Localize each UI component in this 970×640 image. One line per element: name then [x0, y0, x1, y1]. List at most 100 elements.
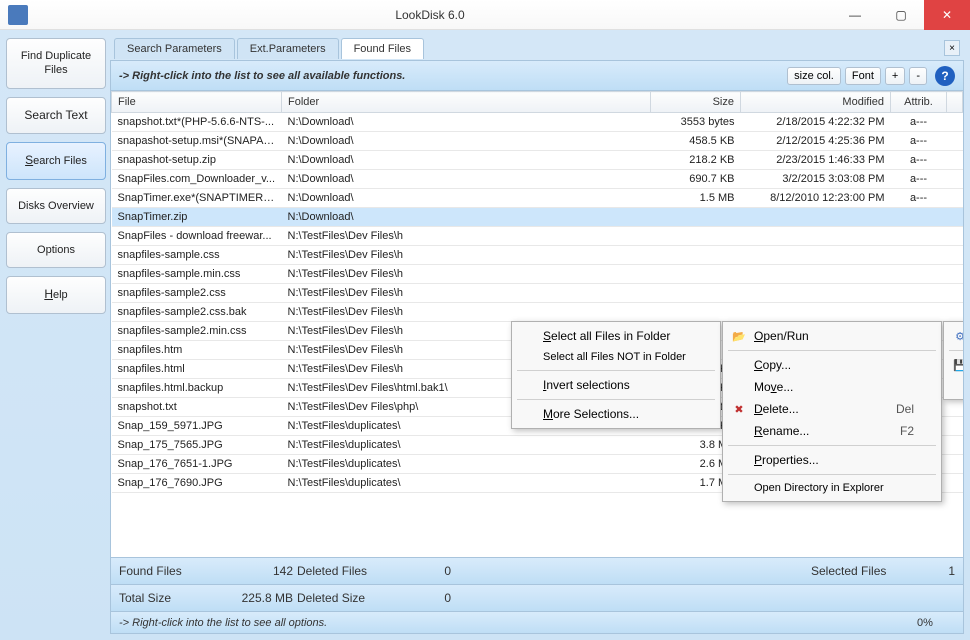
sidebar-help[interactable]: Help	[6, 276, 106, 314]
table-row[interactable]: SnapTimer.zipN:\Download\	[112, 208, 963, 227]
cell-folder: N:\Download\	[282, 170, 651, 189]
found-files-value: 142	[213, 564, 293, 578]
cell-file: Snap_176_7690.JPG	[112, 474, 282, 493]
col-file[interactable]: File	[112, 92, 282, 113]
sidebar-find-duplicate[interactable]: Find Duplicate Files	[6, 38, 106, 89]
sidebar-options[interactable]: Options	[6, 232, 106, 268]
menu-open-directory[interactable]: Open Directory in Explorer	[726, 478, 938, 498]
cell-file: snapfiles.html.backup	[112, 379, 282, 398]
cell-size	[651, 246, 741, 265]
selected-files-label: Selected Files	[811, 564, 911, 578]
table-row[interactable]: SnapFiles.com_Downloader_v...N:\Download…	[112, 170, 963, 189]
menu-save-list[interactable]: 💾Save List...	[947, 354, 963, 376]
menu-move[interactable]: Move...	[726, 376, 938, 398]
table-row[interactable]: snapashot-setup.zipN:\Download\218.2 KB2…	[112, 151, 963, 170]
col-modified[interactable]: Modified	[741, 92, 891, 113]
cell-modified: 8/12/2010 12:23:00 PM	[741, 189, 891, 208]
cell-attrib: a---	[891, 113, 947, 132]
window-buttons: — ▢ ✕	[832, 0, 970, 30]
tab-search-parameters[interactable]: Search Parameters	[114, 38, 235, 59]
cell-size: 690.7 KB	[651, 170, 741, 189]
menu-properties[interactable]: Properties...	[726, 449, 938, 471]
menu-select-all-not-in-folder[interactable]: Select all Files NOT in Folder	[515, 347, 717, 367]
cell-file: snapfiles-sample2.css	[112, 284, 282, 303]
size-col-button[interactable]: size col.	[787, 67, 841, 85]
tab-found-files[interactable]: Found Files	[341, 38, 424, 59]
app-icon	[8, 5, 28, 25]
menu-separator	[517, 370, 715, 371]
footer-tip: -> Right-click into the list to see all …	[119, 617, 887, 629]
cell-modified	[741, 284, 891, 303]
menu-rename[interactable]: Rename...F2	[726, 420, 938, 442]
col-size[interactable]: Size	[651, 92, 741, 113]
cell-modified	[741, 208, 891, 227]
cell-file: Snap_176_7651-1.JPG	[112, 455, 282, 474]
cell-size: 3553 bytes	[651, 113, 741, 132]
sidebar-disks-overview[interactable]: Disks Overview	[6, 188, 106, 224]
table-row[interactable]: snapfiles-sample2.css.bakN:\TestFiles\De…	[112, 303, 963, 322]
cell-file: Snap_175_7565.JPG	[112, 436, 282, 455]
cell-attrib	[891, 208, 947, 227]
cell-modified	[741, 303, 891, 322]
deleted-size-label: Deleted Size	[297, 591, 387, 605]
table-row[interactable]: SnapFiles - download freewar...N:\TestFi…	[112, 227, 963, 246]
menu-copy[interactable]: Copy...	[726, 354, 938, 376]
cell-attrib	[891, 284, 947, 303]
cell-modified: 2/18/2015 4:22:32 PM	[741, 113, 891, 132]
cell-file: snapfiles-sample2.min.css	[112, 322, 282, 341]
cell-file: snapfiles.html	[112, 360, 282, 379]
col-folder[interactable]: Folder	[282, 92, 651, 113]
menu-select-all-in-folder[interactable]: Select all Files in Folder	[515, 325, 717, 347]
toolbar: -> Right-click into the list to see all …	[111, 61, 963, 91]
menu-delete[interactable]: ✖Delete...Del	[726, 398, 938, 420]
cell-file: snapashot-setup.zip	[112, 151, 282, 170]
font-button[interactable]: Font	[845, 67, 881, 85]
file-table-wrap[interactable]: File Folder Size Modified Attrib. snapsh…	[111, 91, 963, 557]
table-row[interactable]: snapfiles-sample.min.cssN:\TestFiles\Dev…	[112, 265, 963, 284]
cell-file: Snap_159_5971.JPG	[112, 417, 282, 436]
tab-ext-parameters[interactable]: Ext.Parameters	[237, 38, 339, 59]
cell-size	[651, 284, 741, 303]
cell-folder: N:\Download\	[282, 151, 651, 170]
maximize-button[interactable]: ▢	[878, 0, 924, 30]
sidebar-search-text[interactable]: Search Text	[6, 97, 106, 135]
selected-files-value: 1	[915, 564, 955, 578]
menu-invert-selections[interactable]: Invert selections	[515, 374, 717, 396]
table-row[interactable]: snapshot.txt*(PHP-5.6.6-NTS-...N:\Downlo…	[112, 113, 963, 132]
folder-icon: 📂	[732, 329, 746, 343]
font-plus-button[interactable]: +	[885, 67, 905, 85]
tab-close-icon[interactable]: ×	[944, 40, 960, 56]
table-row[interactable]: snapfiles-sample2.cssN:\TestFiles\Dev Fi…	[112, 284, 963, 303]
menu-print-list[interactable]: Print List...	[947, 376, 963, 396]
font-minus-button[interactable]: -	[909, 67, 927, 85]
window-title: LookDisk 6.0	[28, 8, 832, 22]
menu-separator	[949, 350, 963, 351]
close-button[interactable]: ✕	[924, 0, 970, 30]
menu-list-options[interactable]: ⚙List Options...	[947, 325, 963, 347]
total-size-label: Total Size	[119, 591, 209, 605]
minimize-button[interactable]: —	[832, 0, 878, 30]
cell-size	[651, 265, 741, 284]
cell-size	[651, 303, 741, 322]
tabs: Search Parameters Ext.Parameters Found F…	[110, 36, 964, 60]
menu-open-run[interactable]: 📂Open/Run	[726, 325, 938, 347]
status-row-1: Found Files 142 Deleted Files 0 Selected…	[111, 557, 963, 584]
cell-folder: N:\TestFiles\duplicates\	[282, 455, 651, 474]
table-row[interactable]: SnapTimer.exe*(SNAPTIMER.ZIP)N:\Download…	[112, 189, 963, 208]
menu-separator	[728, 474, 936, 475]
cell-file: SnapTimer.zip	[112, 208, 282, 227]
cell-size: 1.5 MB	[651, 189, 741, 208]
deleted-files-label: Deleted Files	[297, 564, 387, 578]
col-attrib[interactable]: Attrib.	[891, 92, 947, 113]
cell-attrib	[891, 246, 947, 265]
cell-attrib: a---	[891, 170, 947, 189]
cell-file: SnapTimer.exe*(SNAPTIMER.ZIP)	[112, 189, 282, 208]
cell-attrib: a---	[891, 189, 947, 208]
menu-more-selections[interactable]: More Selections...	[515, 403, 717, 425]
table-row[interactable]: snapfiles-sample.cssN:\TestFiles\Dev Fil…	[112, 246, 963, 265]
cell-folder: N:\Download\	[282, 113, 651, 132]
sidebar-search-files[interactable]: Search Files	[6, 142, 106, 180]
table-row[interactable]: snapashot-setup.msi*(SNAPAS...N:\Downloa…	[112, 132, 963, 151]
footer-bar: -> Right-click into the list to see all …	[111, 611, 963, 633]
help-icon[interactable]: ?	[935, 66, 955, 86]
